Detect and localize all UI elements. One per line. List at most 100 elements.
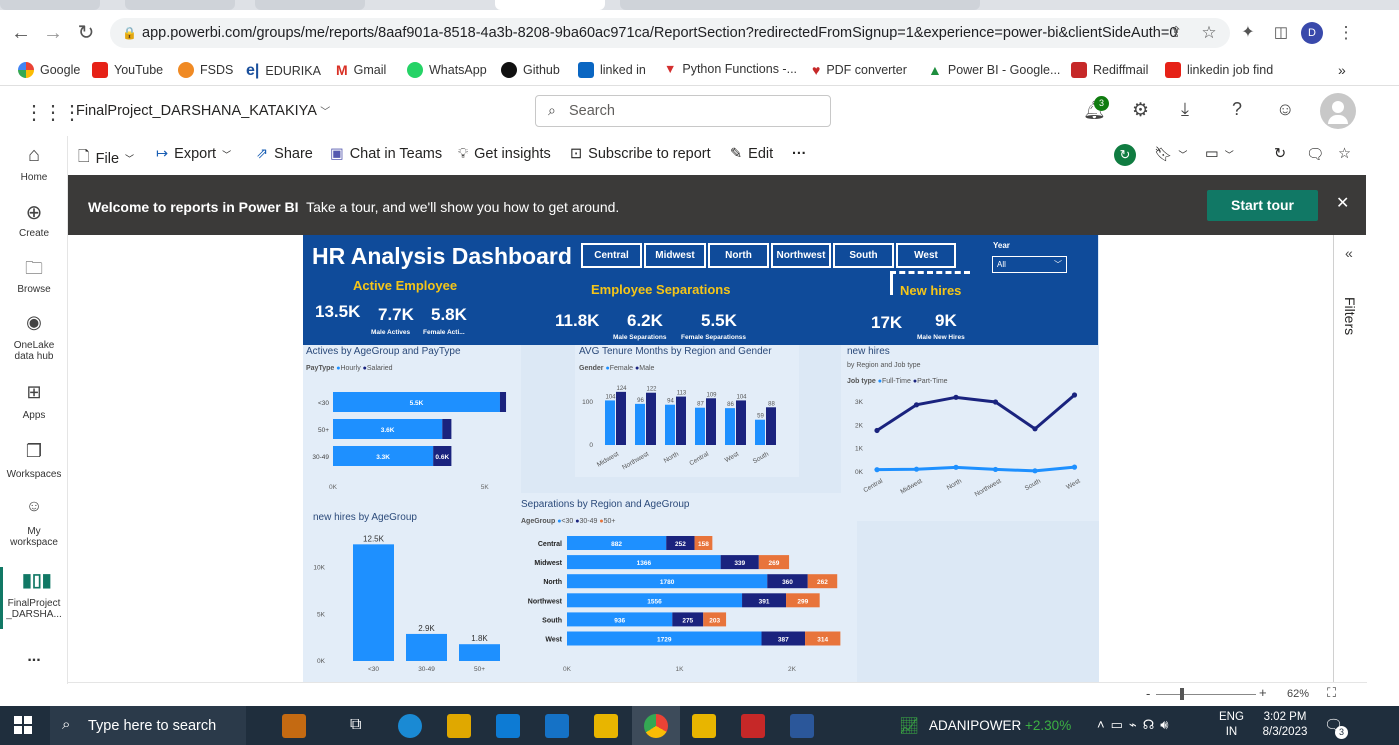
region-slicer-central[interactable]: Central: [581, 243, 642, 268]
workspace-title[interactable]: FinalProject_DARSHANA_KATAKIYA ﹀: [76, 103, 330, 119]
year-dropdown[interactable]: All ﹀: [992, 256, 1067, 273]
file-explorer-icon[interactable]: [447, 714, 471, 738]
back-icon[interactable]: ←: [10, 22, 32, 44]
refresh-status-icon[interactable]: ↻: [1114, 144, 1136, 166]
bookmark-gmail[interactable]: M Gmail: [336, 62, 386, 78]
download-icon[interactable]: ⤓: [1181, 99, 1189, 120]
zoom-in-button[interactable]: +: [1259, 685, 1267, 700]
bookmark-youtube[interactable]: YouTube: [92, 62, 163, 78]
filters-label[interactable]: Filters: [1342, 297, 1358, 335]
favorite-button[interactable]: ☆: [1338, 146, 1351, 162]
search-box[interactable]: ⌕ Search: [535, 95, 831, 127]
app-launcher-icon[interactable]: ⋮⋮⋮: [24, 100, 82, 125]
edge-icon[interactable]: [398, 714, 422, 738]
bookmark-edurika[interactable]: e| EDURIKA: [246, 62, 321, 80]
nav-more[interactable]: ...: [0, 648, 68, 666]
collapse-chevron-icon[interactable]: «: [1345, 245, 1353, 261]
chrome-taskbar-active[interactable]: [632, 706, 680, 745]
bookmark-linkedin[interactable]: linked in: [578, 62, 646, 78]
fit-to-page-icon[interactable]: ⛶: [1327, 685, 1336, 701]
feedback-smiley-icon[interactable]: ☺: [1276, 99, 1294, 120]
powerbi-icon[interactable]: [594, 714, 618, 738]
nav-workspaces[interactable]: ❐ Workspaces: [0, 441, 68, 480]
more-options-button[interactable]: ···: [792, 146, 807, 162]
chrome-menu-icon[interactable]: ⋮: [1335, 22, 1357, 44]
forward-icon[interactable]: →: [42, 22, 64, 44]
reload-icon[interactable]: ↻: [75, 22, 97, 44]
region-slicer-north[interactable]: North: [708, 243, 769, 268]
acrobat-icon[interactable]: [741, 714, 765, 738]
search-input[interactable]: Search: [569, 103, 615, 119]
region-slicer-south[interactable]: South: [833, 243, 894, 268]
chat-in-teams-button[interactable]: ▣ Chat in Teams: [330, 146, 442, 162]
browser-tab[interactable]: [0, 0, 100, 10]
newhires-point: [1032, 426, 1038, 432]
nav-current-report[interactable]: ▮▯▮ FinalProject _DARSHA...: [0, 570, 68, 620]
zoom-out-button[interactable]: -: [1146, 686, 1150, 701]
profile-avatar[interactable]: D: [1301, 22, 1323, 44]
nav-onelake[interactable]: ◉ OneLake data hub: [0, 312, 68, 362]
browser-tab-active[interactable]: [495, 0, 605, 10]
nav-create[interactable]: ⊕ Create: [0, 200, 68, 239]
settings-gear-icon[interactable]: ⚙: [1132, 99, 1149, 122]
share-button[interactable]: ⇗ Share: [256, 146, 313, 162]
edit-button[interactable]: ✎ Edit: [730, 146, 773, 162]
bookmark-fsds[interactable]: FSDS: [178, 62, 233, 78]
windows-start-icon[interactable]: [14, 716, 32, 734]
tenure-data-label: 113: [677, 391, 687, 397]
language-indicator[interactable]: ENG IN: [1219, 711, 1244, 738]
taskbar-search[interactable]: ⌕ Type here to search: [50, 706, 246, 745]
briefcase-icon[interactable]: [282, 714, 306, 738]
share-page-icon[interactable]: ⇪: [1165, 22, 1187, 44]
browser-tab[interactable]: [620, 0, 980, 10]
bookmark-github[interactable]: Github: [501, 62, 560, 78]
bookmark-linkedin-jobs[interactable]: linkedin job find: [1165, 62, 1273, 78]
start-tour-button[interactable]: Start tour: [1207, 190, 1318, 221]
refresh-visuals-button[interactable]: ↻: [1274, 146, 1286, 162]
stock-widget[interactable]: ADANIPOWER +2.30%: [929, 718, 1071, 733]
powerbi-desktop-icon[interactable]: [692, 714, 716, 738]
clock[interactable]: 3:02 PM 8/3/2023: [1257, 711, 1313, 738]
region-slicer-northwest[interactable]: Northwest: [771, 243, 831, 268]
bookmarks-overflow[interactable]: »: [1338, 62, 1346, 78]
stock-trend-icon: 📈︎: [899, 718, 920, 735]
bookmark-powerbi[interactable]: ▲ Power BI - Google...: [928, 62, 1060, 78]
help-icon[interactable]: ?: [1232, 99, 1242, 120]
file-menu[interactable]: 🗋 File ﹀: [78, 146, 134, 171]
region-slicer-west[interactable]: West: [896, 243, 956, 268]
nav-browse[interactable]: 🗀 Browse: [0, 256, 68, 295]
nav-home[interactable]: ⌂ Home: [0, 144, 68, 183]
bookmark-python[interactable]: ▼ Python Functions -...: [664, 62, 797, 76]
subscribe-button[interactable]: ⊡ Subscribe to report: [570, 146, 711, 162]
task-view-icon[interactable]: ⧉: [350, 716, 361, 734]
nav-apps[interactable]: ⊞ Apps: [0, 382, 68, 421]
bookmark-google[interactable]: Google: [18, 62, 80, 78]
tenure-bar-male: [646, 392, 656, 445]
extensions-icon[interactable]: ✦: [1237, 22, 1259, 44]
bookmark-pdf[interactable]: ♥ PDF converter: [812, 62, 907, 78]
bookmark-menu[interactable]: 🔖︎ ﹀: [1154, 146, 1187, 163]
view-menu[interactable]: ▭ ﹀: [1205, 146, 1234, 162]
bookmark-rediffmail[interactable]: Rediffmail: [1071, 62, 1148, 78]
store-icon[interactable]: [496, 714, 520, 738]
bookmark-whatsapp[interactable]: WhatsApp: [407, 62, 487, 78]
system-tray-icons[interactable]: ˄▭⌁☊🔊︎: [1097, 717, 1174, 733]
separations-bar-label: 360: [782, 579, 793, 586]
browser-tab[interactable]: [255, 0, 365, 10]
star-icon[interactable]: ☆: [1198, 22, 1220, 44]
filters-pane[interactable]: « Filters: [1333, 235, 1367, 682]
get-insights-button[interactable]: 💡︎ Get insights: [458, 146, 551, 162]
browser-tab[interactable]: [125, 0, 235, 10]
zoom-slider[interactable]: [1156, 694, 1256, 695]
zoom-slider-thumb[interactable]: [1180, 688, 1184, 700]
user-avatar[interactable]: [1320, 93, 1356, 129]
nav-my-workspace[interactable]: ☺ My workspace: [0, 498, 68, 548]
side-panel-icon[interactable]: ◫: [1270, 22, 1292, 44]
word-icon[interactable]: [790, 714, 814, 738]
comment-button[interactable]: 🗨︎: [1306, 146, 1324, 163]
mail-icon[interactable]: [545, 714, 569, 738]
url-field[interactable]: 🔒 app.powerbi.com/groups/me/reports/8aaf…: [110, 18, 1230, 48]
close-icon[interactable]: ✕: [1336, 193, 1349, 213]
export-menu[interactable]: ↦ Export ﹀: [156, 146, 231, 162]
region-slicer-midwest[interactable]: Midwest: [644, 243, 706, 268]
